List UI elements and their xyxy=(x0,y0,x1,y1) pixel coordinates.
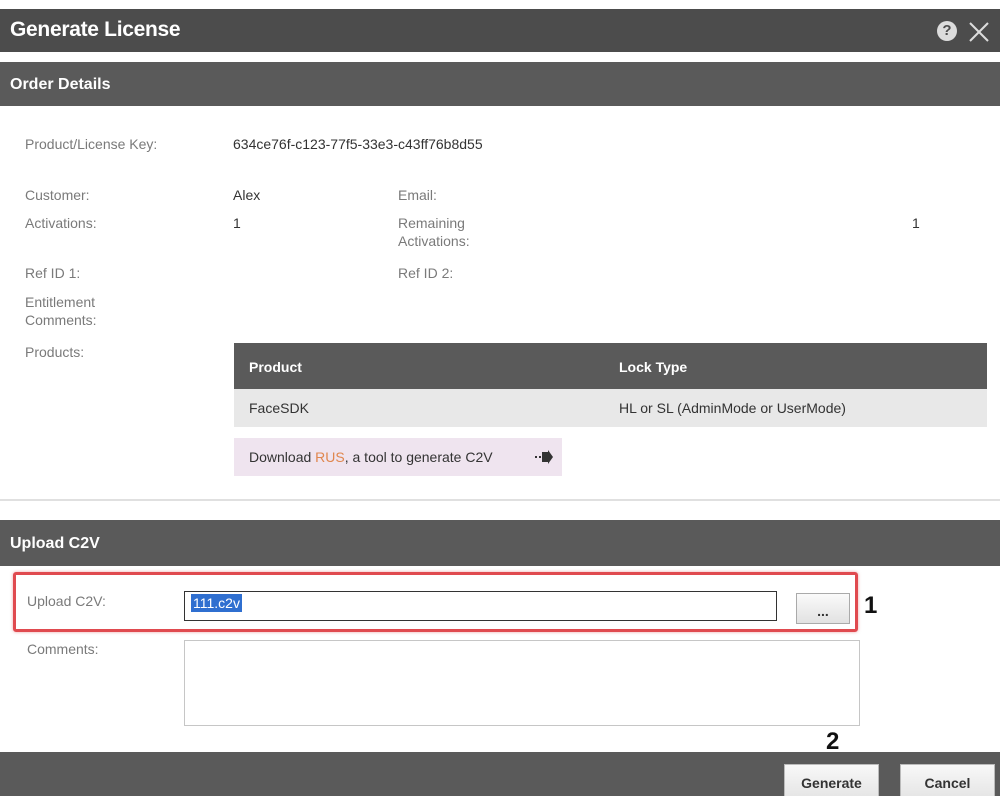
remaining-activations-label: Remaining Activations: xyxy=(398,215,470,249)
activations-label: Activations: xyxy=(25,215,97,231)
download-suffix: , a tool to generate C2V xyxy=(344,449,493,465)
comments-textarea[interactable] xyxy=(184,640,860,726)
section-divider xyxy=(0,499,1000,501)
close-icon[interactable] xyxy=(966,19,992,45)
browse-button[interactable]: ... xyxy=(796,593,850,624)
top-margin xyxy=(0,0,1000,9)
download-prefix: Download xyxy=(249,449,316,465)
help-icon[interactable]: ? xyxy=(937,21,957,41)
product-key-value: 634ce76f-c123-77f5-33e3-c43ff76b8d55 xyxy=(233,136,483,152)
upload-c2v-label: Upload C2V: xyxy=(27,593,106,609)
entitlement-comments-label: Entitlement Comments: xyxy=(25,294,97,328)
products-label: Products: xyxy=(25,344,85,360)
order-details-header: Order Details xyxy=(0,62,1000,106)
column-header-product: Product xyxy=(249,359,302,375)
ref-id-1-label: Ref ID 1: xyxy=(25,265,81,281)
annotation-marker-1: 1 xyxy=(864,592,878,619)
download-text: Download RUS, a tool to generate C2V xyxy=(249,449,493,465)
column-header-lock-type: Lock Type xyxy=(619,359,688,375)
customer-label: Customer: xyxy=(25,187,90,203)
comments-label: Comments: xyxy=(27,641,99,657)
activations-value: 1 xyxy=(233,215,241,231)
upload-c2v-header: Upload C2V xyxy=(0,520,1000,566)
order-details-title: Order Details xyxy=(10,76,111,93)
lock-type-cell: HL or SL (AdminMode or UserMode) xyxy=(619,400,846,416)
upload-c2v-title: Upload C2V xyxy=(10,535,100,552)
arrow-right-icon xyxy=(535,450,553,464)
dialog-title: Generate License xyxy=(10,18,181,41)
selected-file-name: 111.c2v xyxy=(191,594,242,612)
products-table: Product Lock Type FaceSDK HL or SL (Admi… xyxy=(234,343,987,427)
ref-id-2-label: Ref ID 2: xyxy=(398,265,454,281)
table-row: FaceSDK HL or SL (AdminMode or UserMode) xyxy=(234,389,987,427)
product-key-label: Product/License Key: xyxy=(25,136,158,152)
email-label: Email: xyxy=(398,187,437,203)
c2v-file-input[interactable]: 111.c2v xyxy=(184,591,777,621)
remaining-activations-value: 1 xyxy=(912,215,920,231)
products-table-header: Product Lock Type xyxy=(234,343,987,389)
generate-button[interactable]: Generate xyxy=(784,764,879,796)
product-cell: FaceSDK xyxy=(249,400,309,416)
rus-link[interactable]: RUS xyxy=(315,449,345,465)
cancel-button[interactable]: Cancel xyxy=(900,764,995,796)
customer-value: Alex xyxy=(233,187,261,203)
dialog-title-bar: Generate License ? xyxy=(0,9,1000,52)
download-rus-link[interactable]: Download RUS, a tool to generate C2V xyxy=(234,438,562,476)
